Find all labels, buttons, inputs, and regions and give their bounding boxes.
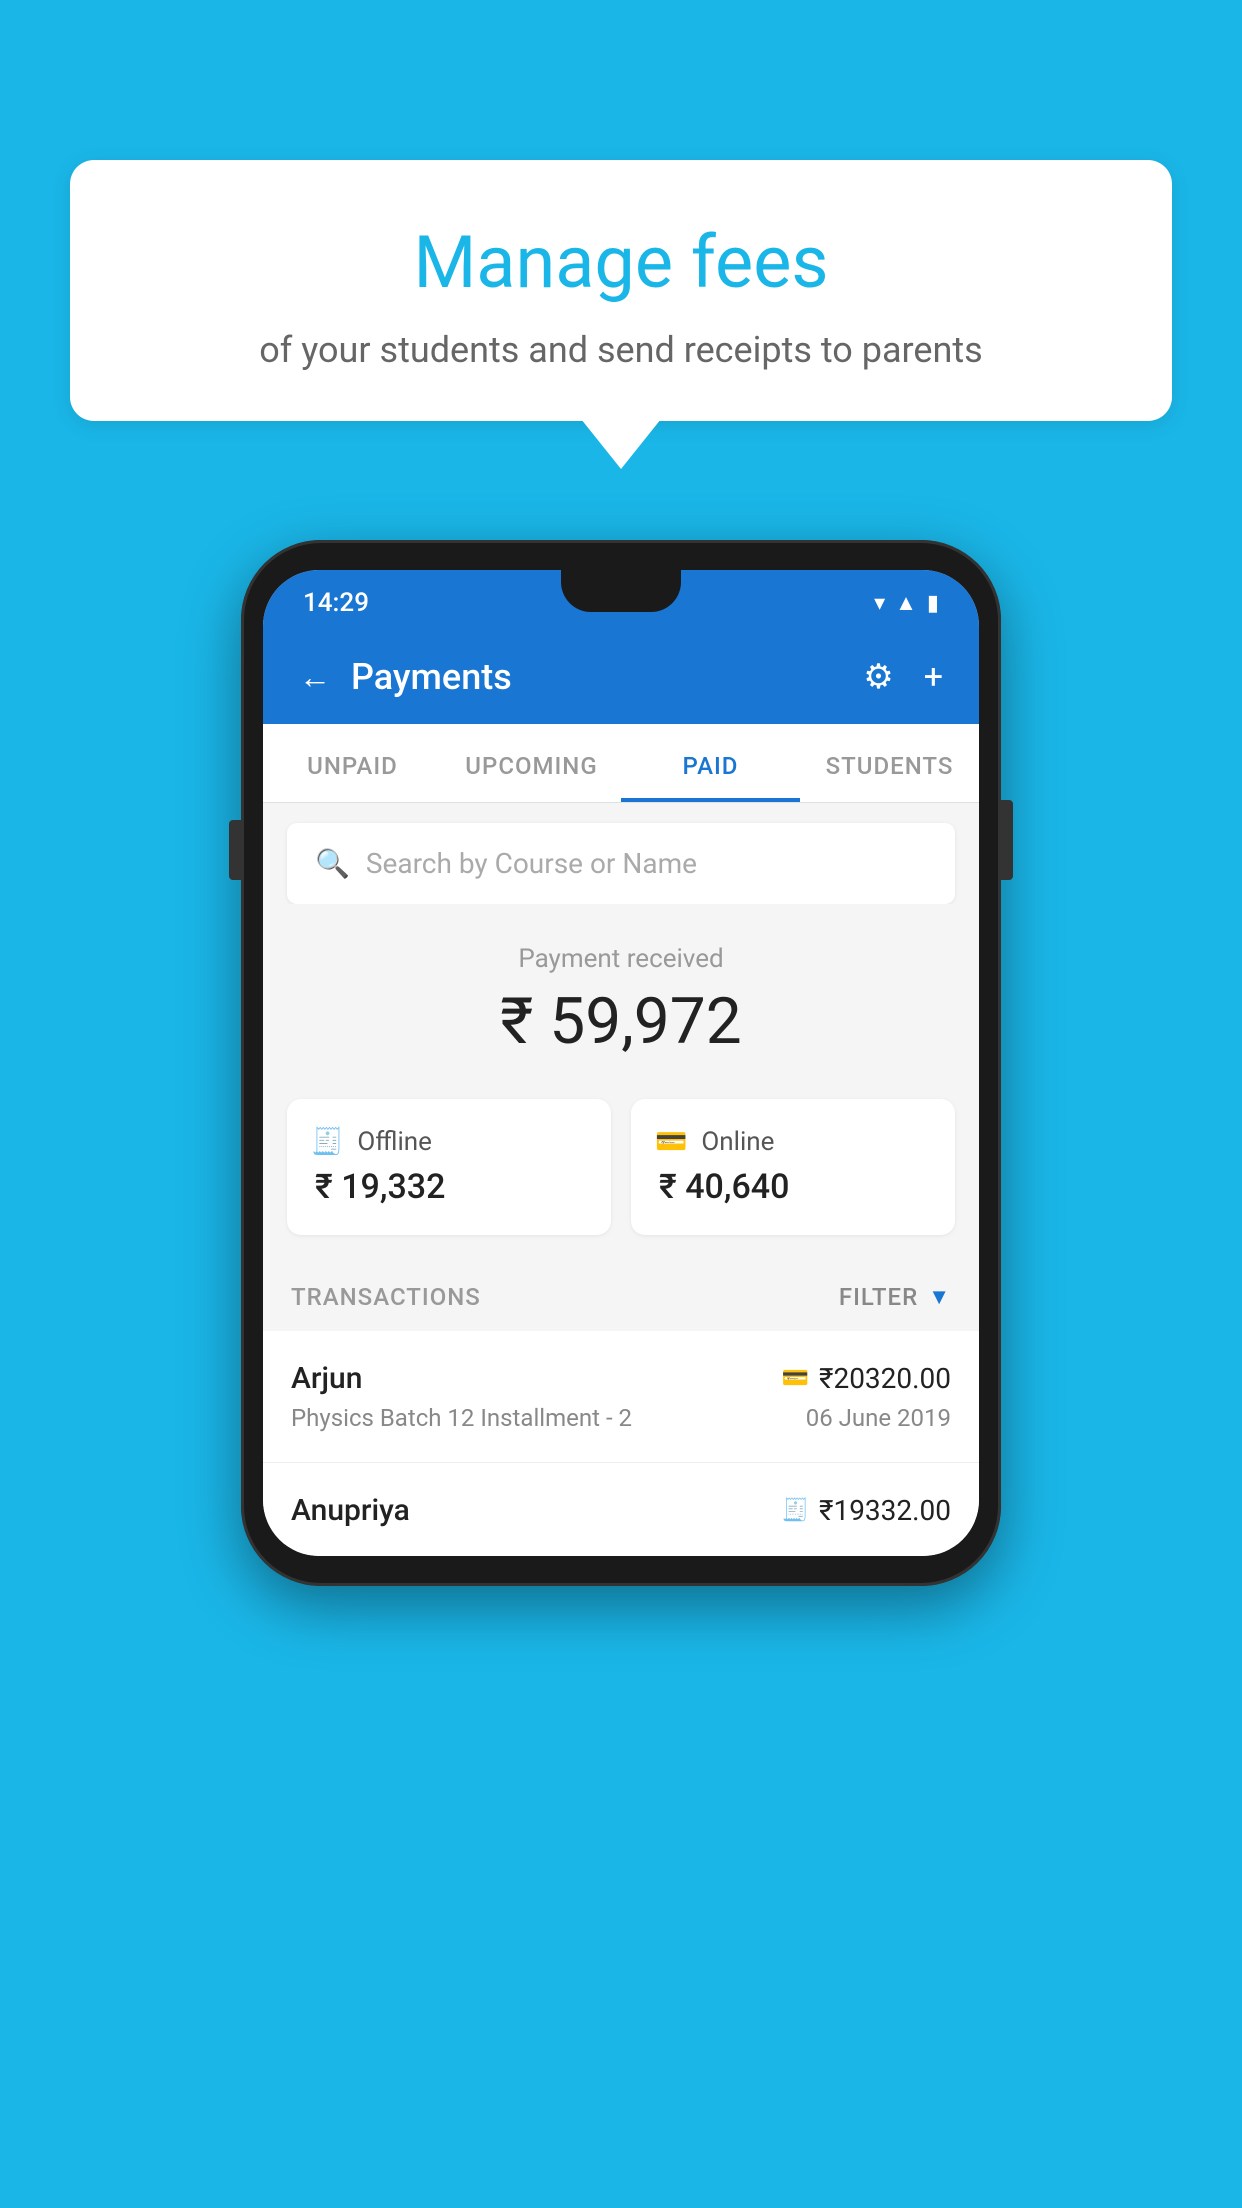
online-payment-card: 💳 Online ₹ 40,640 [631,1099,955,1235]
card-payment-icon: 💳 [782,1366,809,1391]
status-icons: ▾ ▲ ▮ [874,590,939,616]
settings-icon[interactable]: ⚙ [863,657,893,697]
search-container: 🔍 Search by Course or Name [263,803,979,904]
search-placeholder: Search by Course or Name [366,847,697,880]
tab-students[interactable]: STUDENTS [800,724,979,802]
transaction-amount-2: ₹19332.00 [819,1494,951,1527]
offline-icon: 🧾 [311,1127,343,1157]
transaction-date: 06 June 2019 [806,1404,951,1432]
transaction-bottom: Physics Batch 12 Installment - 2 06 June… [291,1404,951,1432]
online-label: Online [701,1127,774,1157]
transactions-section-label: TRANSACTIONS [291,1283,481,1311]
phone-outer: 14:29 ▾ ▲ ▮ ← Payments ⚙ + [241,540,1001,1586]
filter-label: FILTER [839,1283,918,1311]
app-header: ← Payments ⚙ + [263,630,979,724]
search-icon: 🔍 [315,847,350,880]
table-row[interactable]: Arjun 💳 ₹20320.00 Physics Batch 12 Insta… [263,1331,979,1463]
offline-payment-card: 🧾 Offline ₹ 19,332 [287,1099,611,1235]
battery-icon: ▮ [927,591,939,616]
tabs: UNPAID UPCOMING PAID STUDENTS [263,724,979,803]
cash-payment-icon: 🧾 [782,1498,809,1523]
signal-icon: ▲ [895,590,917,616]
phone-wrapper: 14:29 ▾ ▲ ▮ ← Payments ⚙ + [241,540,1001,1586]
payment-total-amount: ₹ 59,972 [287,984,955,1059]
header-left: ← Payments [299,656,512,698]
back-button[interactable]: ← [299,658,331,696]
tab-unpaid[interactable]: UNPAID [263,724,442,802]
transaction-amount: ₹20320.00 [819,1362,951,1395]
transaction-name: Arjun [291,1361,362,1396]
table-row[interactable]: Anupriya 🧾 ₹19332.00 [263,1463,979,1556]
filter-button[interactable]: FILTER ▼ [839,1283,951,1311]
transaction-amount-wrap: 💳 ₹20320.00 [782,1362,951,1395]
offline-amount: ₹ 19,332 [311,1167,587,1207]
online-card-header: 💳 Online [655,1127,931,1157]
bubble-subtitle: of your students and send receipts to pa… [110,329,1132,371]
notch [561,570,681,612]
online-icon: 💳 [655,1127,687,1157]
search-bar[interactable]: 🔍 Search by Course or Name [287,823,955,904]
transactions-header: TRANSACTIONS FILTER ▼ [263,1259,979,1331]
offline-card-header: 🧾 Offline [311,1127,587,1157]
transaction-course: Physics Batch 12 Installment - 2 [291,1404,632,1432]
online-amount: ₹ 40,640 [655,1167,931,1207]
payment-summary: Payment received ₹ 59,972 [263,904,979,1079]
wifi-icon: ▾ [874,591,885,616]
offline-label: Offline [357,1127,432,1157]
payment-cards: 🧾 Offline ₹ 19,332 💳 Online ₹ 40,640 [263,1079,979,1259]
status-time: 14:29 [303,588,369,618]
speech-bubble: Manage fees of your students and send re… [70,160,1172,421]
tab-upcoming[interactable]: UPCOMING [442,724,621,802]
transaction-amount-wrap-2: 🧾 ₹19332.00 [782,1494,951,1527]
header-right: ⚙ + [863,657,943,697]
tab-paid[interactable]: PAID [621,724,800,802]
payment-received-label: Payment received [287,944,955,974]
transaction-top: Arjun 💳 ₹20320.00 [291,1361,951,1396]
phone-screen: 14:29 ▾ ▲ ▮ ← Payments ⚙ + [263,570,979,1556]
transaction-name-2: Anupriya [291,1493,410,1528]
transaction-top-2: Anupriya 🧾 ₹19332.00 [291,1493,951,1528]
bubble-title: Manage fees [110,220,1132,305]
header-title: Payments [351,656,512,698]
add-icon[interactable]: + [924,657,943,697]
filter-icon: ▼ [928,1284,951,1310]
